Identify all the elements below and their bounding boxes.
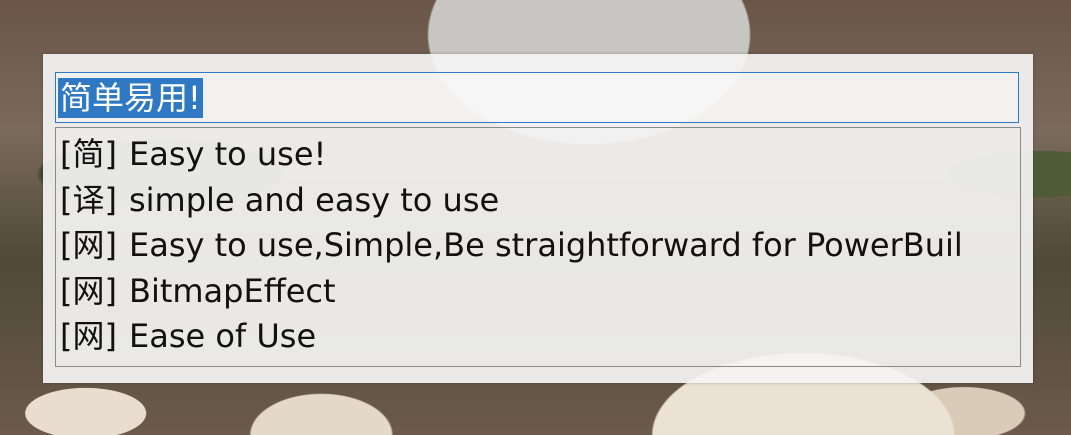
results-list: [简] Easy to use! [译] simple and easy to us…	[55, 127, 1021, 367]
query-input[interactable]: 简单易用!	[55, 72, 1019, 123]
result-tag: [网]	[60, 317, 117, 355]
result-text: Easy to use!	[128, 135, 327, 173]
query-selected-text[interactable]: 简单易用!	[58, 77, 203, 118]
result-item[interactable]: [网] Easy to use,Simple,Be straightforward…	[60, 223, 1020, 269]
result-item[interactable]: [译] simple and easy to use	[60, 178, 1020, 224]
result-text: Easy to use,Simple,Be straightforward fo…	[128, 226, 963, 264]
result-tag: [译]	[60, 180, 117, 219]
result-item[interactable]: [简] Easy to use!	[60, 132, 1020, 178]
result-text: BitmapEffect	[128, 271, 336, 310]
result-text: Ease of Use	[128, 317, 317, 355]
result-item[interactable]: [网] Ease of Use	[60, 314, 1020, 360]
translation-popup: 简单易用! [简] Easy to use! [译] simple and easy…	[43, 54, 1033, 383]
result-text: simple and easy to use	[128, 180, 500, 219]
result-tag: [网]	[60, 226, 117, 264]
result-tag: [网]	[60, 271, 117, 310]
result-tag: [简]	[60, 135, 117, 173]
result-item[interactable]: [网] BitmapEffect	[60, 269, 1020, 315]
